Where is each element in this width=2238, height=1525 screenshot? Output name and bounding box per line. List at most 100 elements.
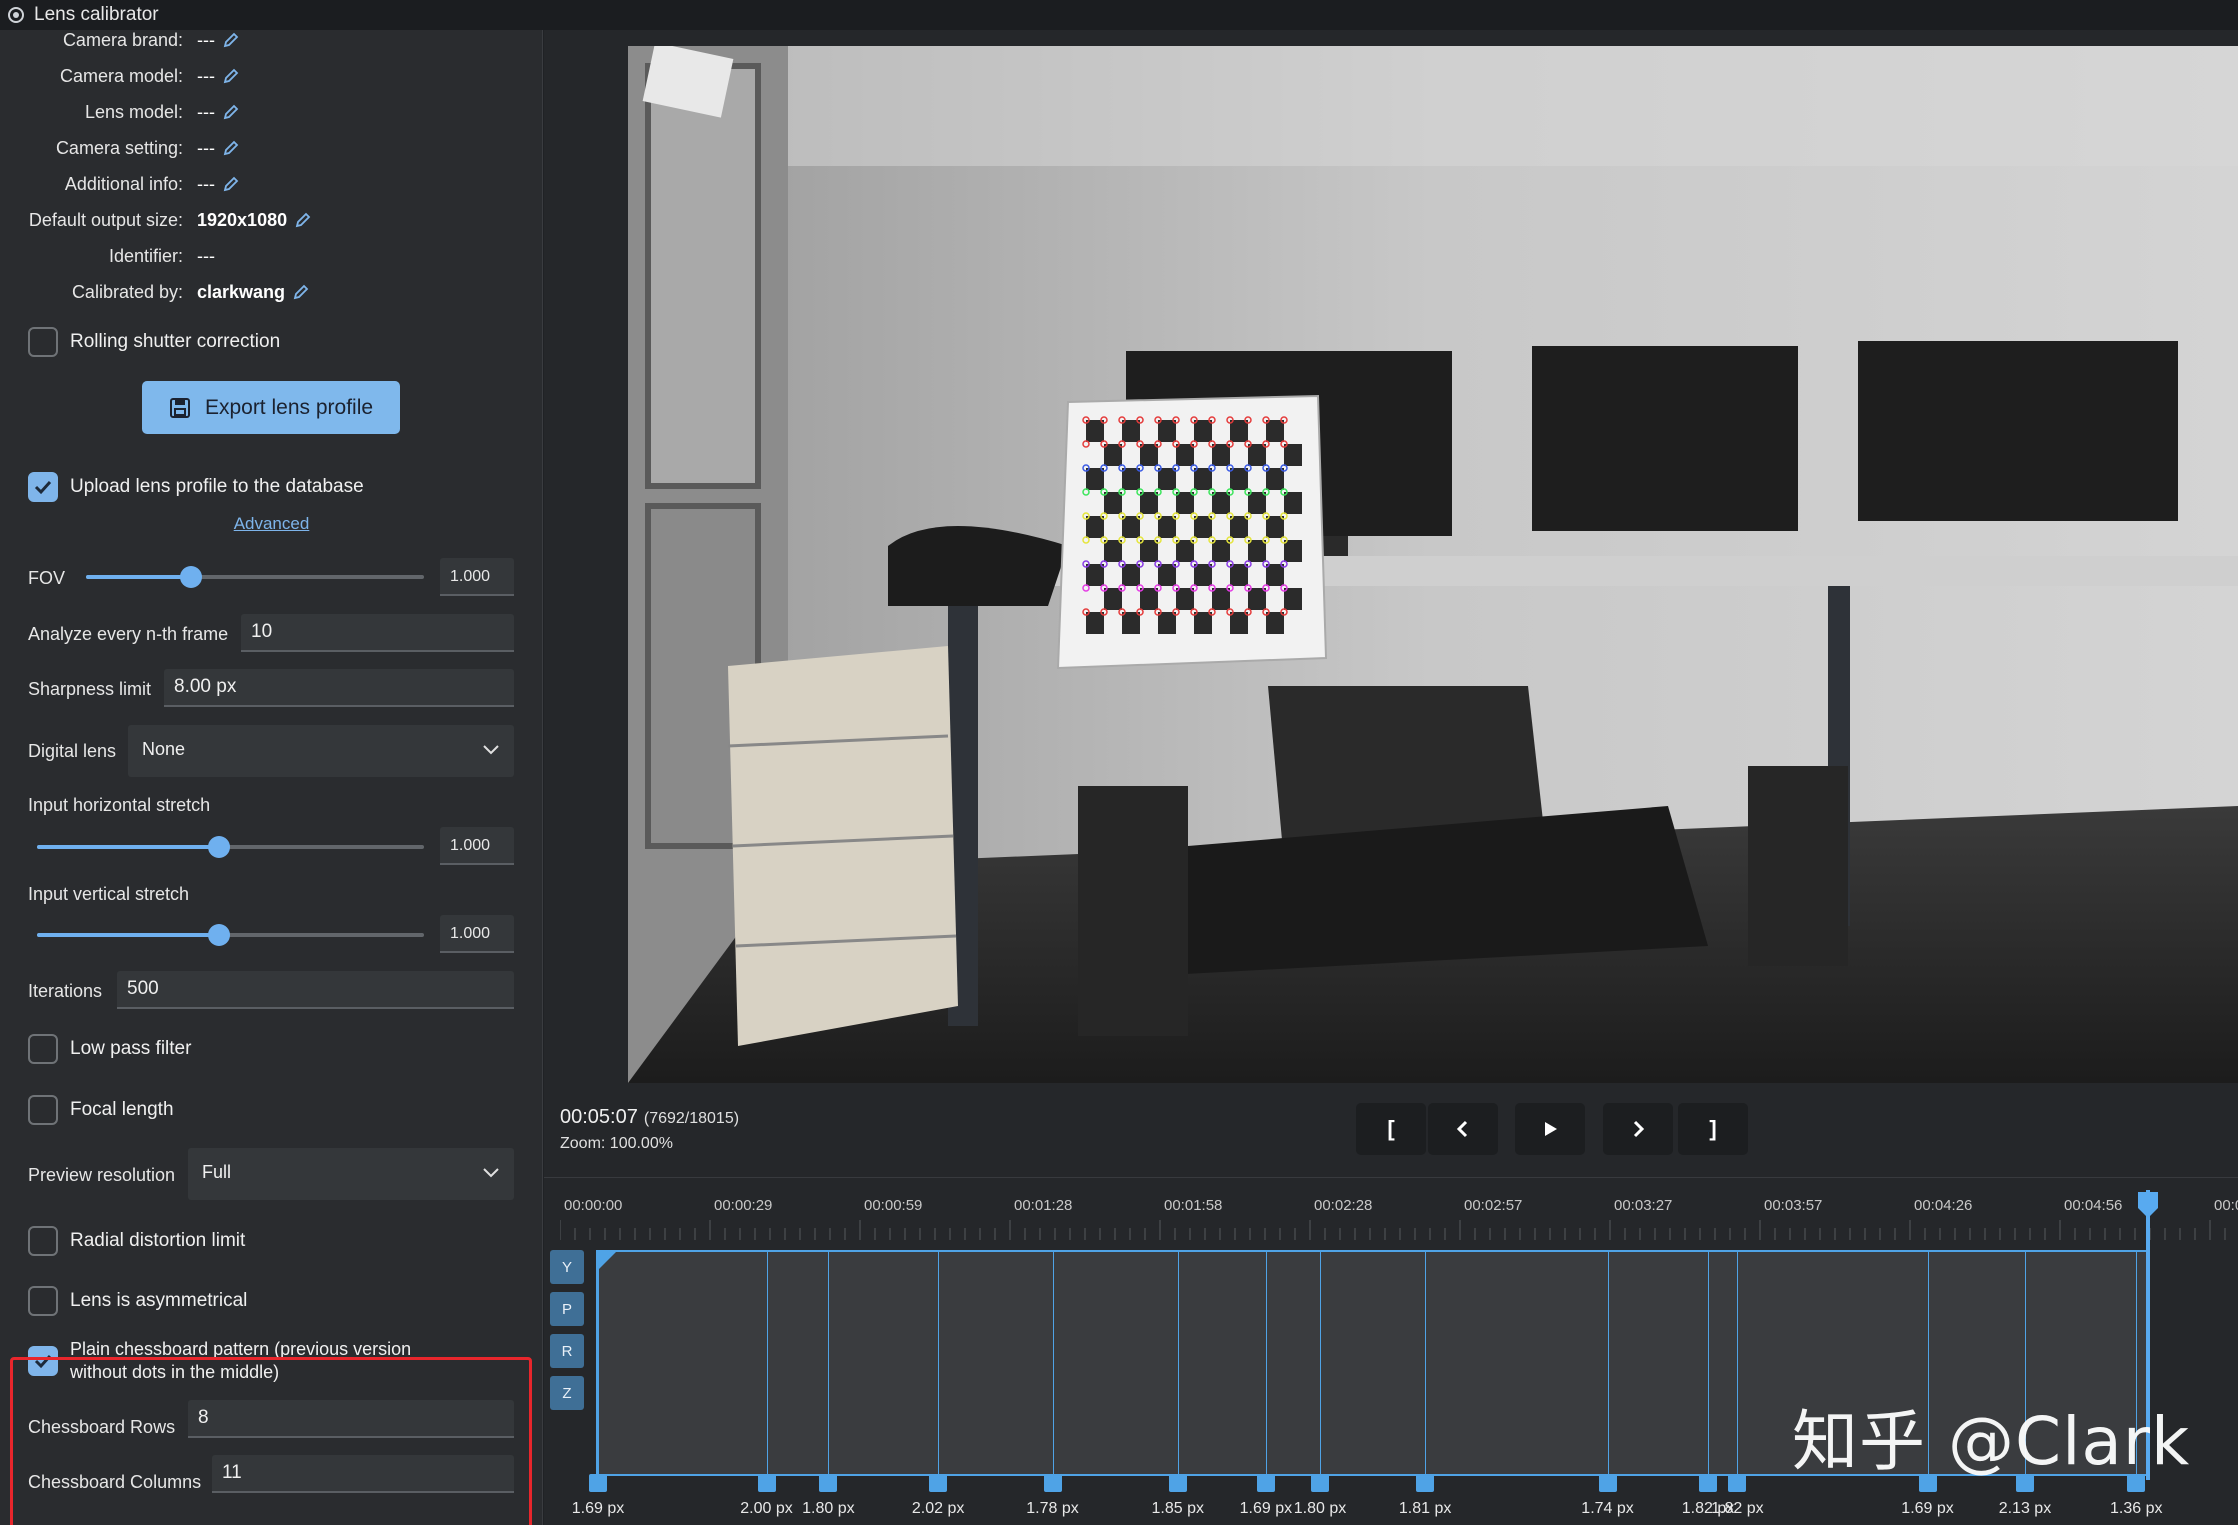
- low-pass-label: Low pass filter: [70, 1038, 192, 1059]
- sharpness-label: Sharpness limit: [28, 679, 152, 699]
- info-value: ---: [197, 101, 215, 122]
- checkmark-icon: [34, 480, 52, 495]
- set-end-button[interactable]: ]: [1678, 1103, 1748, 1155]
- pencil-icon[interactable]: [223, 140, 239, 156]
- pencil-icon[interactable]: [223, 68, 239, 84]
- info-row: Identifier: ---: [0, 241, 542, 271]
- radial-distortion-checkbox[interactable]: [28, 1226, 58, 1256]
- timeline-tick-label: 00:01:28: [1014, 1197, 1073, 1214]
- v-stretch-label: Input vertical stretch: [28, 884, 190, 904]
- save-icon: [169, 397, 190, 418]
- keyframe-marker[interactable]: [1416, 1474, 1435, 1492]
- keyframe-label: 1.74 px: [1581, 1500, 1634, 1517]
- v-stretch-value-input[interactable]: 1.000: [440, 915, 514, 953]
- pencil-icon[interactable]: [223, 32, 239, 48]
- info-row: Additional info: ---: [0, 169, 542, 199]
- keyframe-line: [1052, 1252, 1054, 1474]
- radial-distortion-checkbox-row[interactable]: Radial distortion limit: [28, 1226, 245, 1256]
- upload-profile-checkbox-row[interactable]: Upload lens profile to the database: [28, 472, 364, 502]
- keyframe-marker[interactable]: [1043, 1474, 1062, 1492]
- set-start-button[interactable]: [: [1356, 1103, 1426, 1155]
- h-stretch-value-input[interactable]: 1.000: [440, 827, 514, 865]
- export-lens-profile-button[interactable]: Export lens profile: [142, 381, 400, 434]
- fov-label: FOV: [28, 568, 66, 588]
- playhead-handle[interactable]: [2136, 1190, 2160, 1220]
- axis-toggle-p[interactable]: P: [550, 1292, 584, 1326]
- keyframe-marker[interactable]: [819, 1474, 838, 1492]
- pencil-icon[interactable]: [223, 176, 239, 192]
- preview-resolution-label: Preview resolution: [28, 1165, 176, 1185]
- keyframe-marker[interactable]: [1310, 1474, 1329, 1492]
- keyframe-marker[interactable]: [1168, 1474, 1187, 1492]
- sharpness-input[interactable]: 8.00 px: [164, 669, 514, 707]
- fov-slider-handle[interactable]: [179, 566, 202, 588]
- focal-length-checkbox-row[interactable]: Focal length: [28, 1095, 174, 1125]
- timeline-tick-label: 00:04:56: [2064, 1197, 2123, 1214]
- iterations-input[interactable]: 500: [117, 971, 514, 1009]
- keyframe-marker[interactable]: [1699, 1474, 1718, 1492]
- keyframe-label: 1.69 px: [1239, 1500, 1293, 1517]
- v-stretch-slider[interactable]: [37, 923, 424, 947]
- radial-distortion-label: Radial distortion limit: [70, 1230, 246, 1251]
- keyframe-marker[interactable]: [757, 1474, 776, 1492]
- timeline-tick-label: 00:04:26: [1914, 1197, 1973, 1214]
- keyframe-marker[interactable]: [1256, 1474, 1275, 1492]
- info-value: clarkwang: [197, 281, 286, 302]
- info-row: Camera setting: ---: [0, 133, 542, 163]
- info-label: Additional info:: [64, 173, 183, 194]
- keyframe-label: 1.36 px: [2110, 1500, 2163, 1517]
- timeline-ruler[interactable]: [560, 1218, 2238, 1240]
- advanced-link[interactable]: Advanced: [0, 514, 542, 534]
- info-value: ---: [197, 137, 215, 158]
- low-pass-checkbox-row[interactable]: Low pass filter: [28, 1034, 191, 1064]
- timeline-tick-label: 00:00:00: [564, 1197, 623, 1214]
- keyframe-line: [1607, 1252, 1609, 1474]
- next-frame-button[interactable]: [1603, 1103, 1673, 1155]
- previous-frame-button[interactable]: [1428, 1103, 1498, 1155]
- axis-toggle-z[interactable]: Z: [550, 1376, 584, 1410]
- h-stretch-slider-handle[interactable]: [207, 836, 230, 858]
- export-lens-profile-label: Export lens profile: [204, 395, 374, 419]
- chevron-left-icon: [1456, 1120, 1468, 1138]
- keyframe-label: 1.78 px: [1026, 1500, 1079, 1517]
- asymmetrical-checkbox[interactable]: [28, 1286, 58, 1316]
- keyframe-marker[interactable]: [1598, 1474, 1617, 1492]
- info-label: Identifier:: [108, 245, 183, 266]
- play-button[interactable]: [1515, 1103, 1585, 1155]
- app-icon: [8, 7, 24, 23]
- keyframe-label: 1.85 px: [1151, 1500, 1204, 1517]
- axis-toggle-r[interactable]: R: [550, 1334, 584, 1368]
- preview-resolution-select[interactable]: Full: [188, 1148, 514, 1200]
- fov-value-input[interactable]: 1.000: [440, 558, 514, 596]
- nth-frame-input[interactable]: 10: [241, 614, 514, 652]
- keyframe-marker[interactable]: [589, 1474, 607, 1492]
- playback-timecode: 00:05:07 (7692/18015): [560, 1106, 739, 1129]
- timeline-tick-label: 00:0: [2214, 1197, 2238, 1214]
- fov-slider[interactable]: [86, 565, 424, 589]
- asymmetrical-checkbox-row[interactable]: Lens is asymmetrical: [28, 1286, 247, 1316]
- v-stretch-slider-handle[interactable]: [207, 924, 230, 946]
- chessboard-target: [1056, 394, 1328, 670]
- focal-length-checkbox[interactable]: [28, 1095, 58, 1125]
- pencil-icon[interactable]: [293, 284, 309, 300]
- track-corner-marker: [598, 1252, 616, 1270]
- low-pass-checkbox[interactable]: [28, 1034, 58, 1064]
- h-stretch-slider[interactable]: [37, 835, 424, 859]
- timeline-tick-label: 00:02:57: [1464, 1197, 1523, 1214]
- info-row: Lens model: ---: [0, 97, 542, 127]
- keyframe-marker[interactable]: [929, 1474, 948, 1492]
- axis-toggle-y[interactable]: Y: [550, 1250, 584, 1284]
- pencil-icon[interactable]: [295, 212, 311, 228]
- preview-resolution-value: Full: [202, 1162, 232, 1182]
- info-label: Camera setting:: [55, 137, 183, 158]
- upload-profile-checkbox[interactable]: [28, 472, 58, 502]
- rolling-shutter-checkbox-row[interactable]: Rolling shutter correction: [28, 327, 280, 357]
- nth-frame-label: Analyze every n-th frame: [28, 624, 229, 644]
- video-preview[interactable]: [628, 46, 2238, 1083]
- keyframe-marker[interactable]: [1728, 1474, 1747, 1492]
- digital-lens-select[interactable]: None: [128, 725, 514, 777]
- keyframe-label: 2.13 px: [1998, 1500, 2052, 1517]
- pencil-icon[interactable]: [223, 104, 239, 120]
- rolling-shutter-checkbox[interactable]: [28, 327, 58, 357]
- keyframe-label: 2.02 px: [911, 1500, 965, 1517]
